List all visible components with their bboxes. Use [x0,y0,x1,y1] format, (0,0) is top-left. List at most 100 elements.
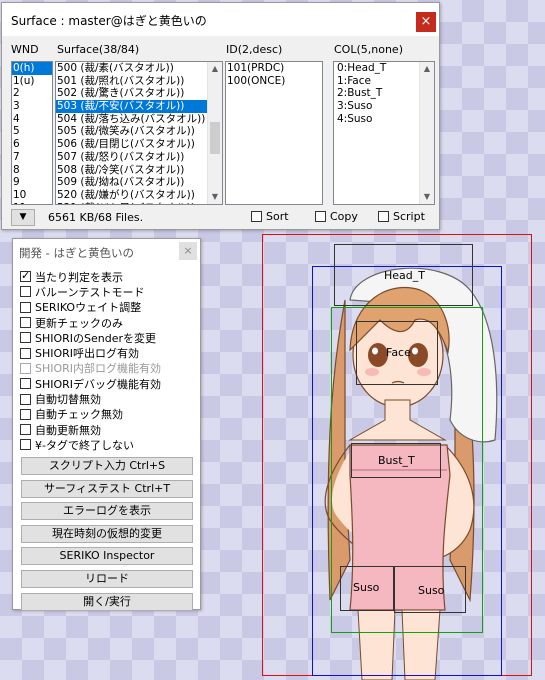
surface-item[interactable]: 501 (裁/照れ(バスタオル)) [56,75,222,88]
dev-option-label: SHIORI呼出ログ有効 [35,347,140,361]
surface-scrollbar[interactable]: ▲ ▼ [207,62,222,204]
surface-item[interactable]: 500 (裁/素(バスタオル)) [56,62,222,75]
dev-option-checkbox[interactable] [20,332,31,344]
surface-item[interactable]: 505 (裁/微笑み(バスタオル)) [56,125,222,138]
wnd-item[interactable]: 3 [12,100,52,113]
scroll-up-icon[interactable]: ▲ [208,62,222,76]
sort-label: Sort [266,210,289,223]
dev-option[interactable]: 自動チェック無効 [20,407,161,422]
dev-button[interactable]: リロード [21,569,193,588]
sort-checkbox[interactable]: Sort [251,210,289,223]
dev-option-checkbox[interactable] [20,393,31,405]
wnd-header: WND [11,43,39,56]
dev-button[interactable]: SERIKO Inspector [21,547,193,566]
status-text: 6561 KB/68 Files. [48,211,144,224]
dev-option-label: バルーンテストモード [35,285,145,299]
dev-button[interactable]: エラーログを表示 [21,502,193,521]
col-listbox[interactable]: 0:Head_T 1:Face 2:Bust_T 3:Suso 4:Suso ▲ ▼ [333,61,435,205]
dev-option-label: SERIKOウェイト調整 [35,301,142,315]
dev-option-checkbox[interactable] [20,269,31,283]
copy-checkbox-box[interactable] [315,211,326,222]
wnd-item[interactable]: 0(h) [12,62,52,75]
surface-item[interactable]: 507 (裁/怒り(バスタオル)) [56,151,222,164]
surface-item[interactable]: 504 (裁/落ち込み(バスタオル)) [56,113,222,126]
dev-option-checkbox[interactable] [20,286,31,298]
dev-option[interactable]: 自動更新無効 [20,422,161,437]
dev-option-checkbox[interactable] [20,378,31,390]
surface-close-button[interactable]: × [416,12,436,32]
wnd-item[interactable]: 9 [12,176,52,189]
id-item[interactable]: 101(PRDC) [226,62,322,75]
surface-listbox[interactable]: 500 (裁/素(バスタオル)) 501 (裁/照れ(バスタオル)) 502 (裁/… [55,61,223,205]
wnd-item[interactable]: 5 [12,125,52,138]
dev-option-label: ¥-タグで終了しない [35,438,134,452]
wnd-item[interactable]: 4 [12,113,52,126]
dev-option[interactable]: SHIORIデバッグ機能有効 [20,376,161,391]
surface-item[interactable]: 503 (裁/不安(バスタオル)) [56,100,222,113]
wnd-item[interactable]: 10 [12,189,52,202]
dev-button[interactable]: スクリプト入力 Ctrl+S [21,457,193,475]
surface-item[interactable]: 521 (裁/ジト目(バスタオル)) [56,202,222,204]
scroll-thumb[interactable] [210,122,220,154]
dev-panel-title: 開発 - はぎと黄色いの [19,246,134,260]
surface-item[interactable]: 509 (裁/拗ね(バスタオル)) [56,176,222,189]
dev-button[interactable]: 現在時刻の仮想的変更 [21,524,193,543]
dev-option-checkbox [20,362,31,374]
dev-button[interactable]: 開く/実行 [21,592,193,611]
id-header: ID(2,desc) [226,43,283,56]
script-checkbox-box[interactable] [378,211,389,222]
dev-option-checkbox[interactable] [20,408,31,420]
collision-head-label: Head_T [384,269,425,282]
dev-option[interactable]: バルーンテストモード [20,284,161,299]
wnd-item[interactable]: 6 [12,138,52,151]
sort-checkbox-box[interactable] [251,211,262,222]
id-item[interactable]: 100(ONCE) [226,75,322,88]
dev-option-label: 自動切替無効 [35,393,101,407]
surface-item[interactable]: 520 (裁/嫌がり(バスタオル)) [56,189,222,202]
wnd-listbox[interactable]: 0(h)1(u)234567891011 [11,61,53,205]
surface-titlebar[interactable]: Surface : master@はぎと黄色いの × [2,3,439,36]
dev-option-checkbox[interactable] [20,317,31,329]
dev-close-button[interactable]: × [179,242,197,260]
dev-panel: 開発 - はぎと黄色いの × 当たり判定を表示バルーンテストモード SERIKOウ… [12,238,201,611]
dev-option[interactable]: 自動切替無効 [20,391,161,406]
surface-item[interactable]: 502 (裁/驚き(バスタオル)) [56,87,222,100]
dev-option-checkbox[interactable] [20,347,31,359]
id-listbox[interactable]: 101(PRDC) 100(ONCE) [225,61,323,205]
surface-header: Surface(38/84) [57,43,140,56]
dev-option[interactable]: SHIORIのSenderを変更 [20,330,161,345]
col-scroll-down-icon[interactable]: ▼ [420,190,434,204]
wnd-item[interactable]: 8 [12,164,52,177]
copy-label: Copy [330,210,358,223]
surface-window: Surface : master@はぎと黄色いの × WND Surface(3… [1,2,440,230]
col-scroll-up-icon[interactable]: ▲ [420,62,434,76]
dev-option[interactable]: 更新チェックのみ [20,315,161,330]
wnd-item[interactable]: 7 [12,151,52,164]
collision-bust-label: Bust_T [378,454,415,467]
dev-option-label: SHIORIのSenderを変更 [35,331,157,345]
scroll-down-icon[interactable]: ▼ [208,190,222,204]
copy-checkbox[interactable]: Copy [315,210,358,223]
dev-option[interactable]: SHIORI呼出ログ有効 [20,345,161,360]
dev-option-checkbox[interactable] [20,301,31,313]
wnd-item[interactable]: 2 [12,87,52,100]
dev-option[interactable]: SERIKOウェイト調整 [20,300,161,315]
dev-option: SHIORI内部ログ機能有効 [20,361,161,376]
surface-item[interactable]: 508 (裁/冷笑(バスタオル)) [56,164,222,177]
dev-option[interactable]: 当たり判定を表示 [20,269,161,284]
dev-option-label: 更新チェックのみ [35,316,123,330]
collision-suso-1-label: Suso [353,581,380,594]
dev-option[interactable]: ¥-タグで終了しない [20,437,161,452]
col-header: COL(5,none) [334,43,403,56]
wnd-item[interactable]: 1(u) [12,75,52,88]
col-scrollbar[interactable]: ▲ ▼ [419,62,434,204]
dev-option-checkbox[interactable] [20,424,31,436]
script-checkbox[interactable]: Script [378,210,425,223]
dropdown-button[interactable]: ▼ [11,209,35,226]
wnd-item[interactable]: 11 [12,202,52,204]
dev-button[interactable]: サーフィステスト Ctrl+T [21,479,193,498]
dev-titlebar[interactable]: 開発 - はぎと黄色いの × [13,239,200,265]
dev-option-label: SHIORI内部ログ機能有効 [35,362,162,376]
dev-option-checkbox[interactable] [20,439,31,451]
surface-item[interactable]: 506 (裁/目閉じ(バスタオル)) [56,138,222,151]
